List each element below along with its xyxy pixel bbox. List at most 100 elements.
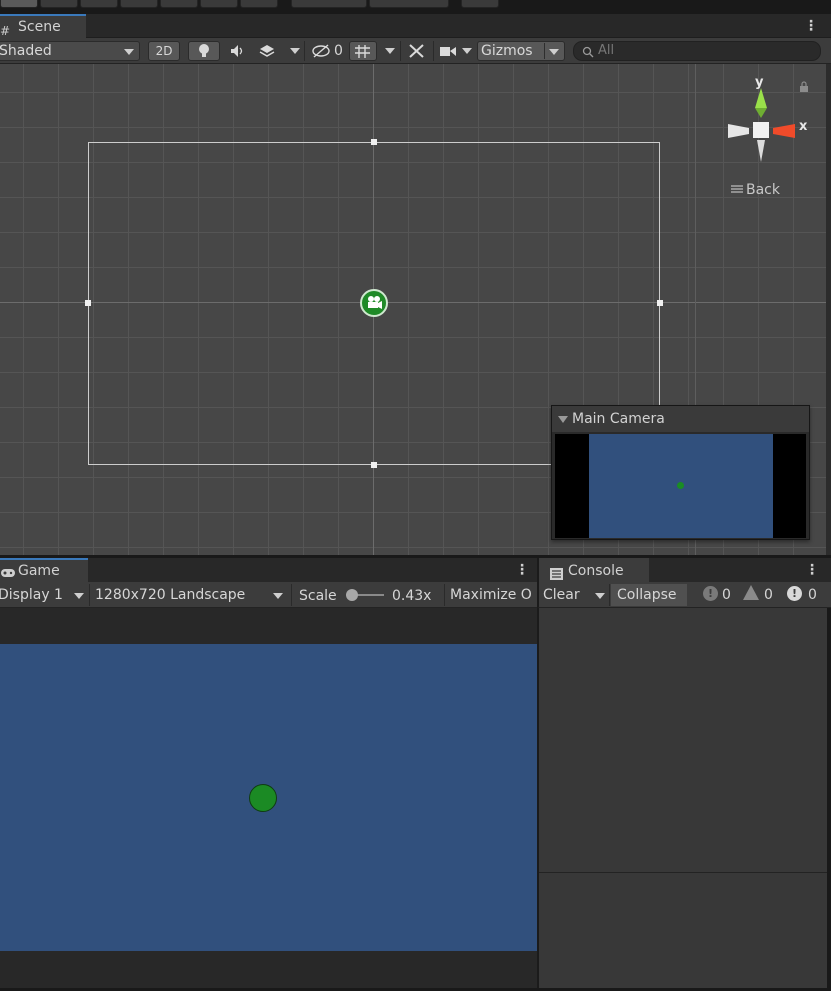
rect-tool-button[interactable] <box>160 0 198 8</box>
resolution-label: 1280x720 Landscape <box>95 587 246 603</box>
hand-tool-button[interactable] <box>0 0 38 8</box>
search-placeholder: All <box>598 43 615 58</box>
camera-preview-viewport <box>589 434 773 538</box>
menu-icon <box>731 185 743 193</box>
neg-y-axis-cone[interactable] <box>757 140 765 162</box>
2d-label: 2D <box>155 44 173 58</box>
toolbar-divider <box>304 41 305 61</box>
scale-slider-knob[interactable] <box>346 589 358 601</box>
lock-icon[interactable] <box>799 81 809 93</box>
camera-preview-header[interactable]: Main Camera <box>552 406 809 432</box>
error-icon[interactable]: ! <box>787 586 802 601</box>
warning-count: 0 <box>764 587 773 603</box>
custom-tool-button[interactable] <box>240 0 278 8</box>
game-ball <box>249 784 277 812</box>
video-camera-icon <box>440 47 456 56</box>
hidden-objects-button[interactable]: 0 <box>306 41 348 61</box>
tab-scene[interactable]: # Scene <box>0 14 86 38</box>
toolbar-divider <box>291 584 292 606</box>
layers-icon <box>259 45 275 57</box>
toolbar-divider <box>609 584 610 606</box>
log-info-icon[interactable]: ! <box>703 586 718 601</box>
scene-camera-button[interactable] <box>436 41 460 61</box>
chevron-down-icon <box>124 49 134 55</box>
tab-game[interactable]: Game <box>0 558 88 582</box>
gizmo-x-label: x <box>799 119 808 134</box>
view-orientation-text: Back <box>746 182 780 198</box>
chevron-down-icon <box>595 593 605 599</box>
warning-icon[interactable] <box>743 585 759 600</box>
view-orientation-label[interactable]: Back <box>731 182 780 198</box>
collapse-triangle-icon[interactable] <box>558 416 568 423</box>
scene-scrollbar[interactable] <box>826 64 831 555</box>
y-axis-cone[interactable] <box>755 88 767 108</box>
eye-slash-icon <box>312 44 330 58</box>
display-dropdown[interactable]: Display 1 <box>0 584 88 606</box>
resize-handle-bottom[interactable] <box>371 462 377 468</box>
camera-preview-image <box>555 434 806 538</box>
snap-button[interactable] <box>461 0 499 8</box>
rotate-tool-button[interactable] <box>80 0 118 8</box>
console-log-list[interactable] <box>537 608 827 988</box>
toolbar-divider <box>444 584 445 606</box>
x-axis-cone[interactable] <box>773 124 795 138</box>
resize-handle-top[interactable] <box>371 139 377 145</box>
console-menu-icon[interactable]: ⋮ <box>805 562 819 578</box>
camera-preview-title: Main Camera <box>572 411 665 427</box>
gizmo-center-cube[interactable] <box>753 122 769 138</box>
local-button[interactable] <box>369 0 449 8</box>
transform-tool-button[interactable] <box>200 0 238 8</box>
search-icon <box>582 46 594 58</box>
toolbar-divider <box>89 584 90 606</box>
tools-button[interactable] <box>403 41 431 61</box>
hidden-count: 0 <box>334 43 343 59</box>
speaker-icon <box>231 45 243 57</box>
chevron-down-icon <box>74 593 84 599</box>
effects-toggle-button[interactable] <box>252 41 282 61</box>
chevron-down-icon <box>549 49 559 55</box>
shading-mode-dropdown[interactable]: Shaded <box>0 41 140 61</box>
gizmos-dropdown[interactable]: Gizmos <box>477 41 565 61</box>
grid-icon <box>355 45 370 58</box>
neg-x-axis-cone[interactable] <box>728 124 749 138</box>
lighting-toggle-button[interactable] <box>188 41 220 61</box>
camera-icon <box>368 296 382 309</box>
grid-dropdown-icon[interactable] <box>385 48 395 54</box>
log-count: 0 <box>722 587 731 603</box>
camera-dropdown-icon[interactable] <box>462 48 472 54</box>
main-camera-gizmo[interactable] <box>360 289 388 317</box>
main-toolbar <box>0 0 831 14</box>
game-menu-icon[interactable]: ⋮ <box>515 562 529 578</box>
clear-label: Clear <box>543 587 580 603</box>
clear-dropdown[interactable]: Clear <box>543 584 609 606</box>
pivot-button[interactable] <box>291 0 367 8</box>
lightbulb-icon <box>199 44 209 57</box>
resize-handle-right[interactable] <box>657 300 663 306</box>
tab-console[interactable]: Console <box>539 558 649 582</box>
scene-search-input[interactable]: All <box>573 41 821 61</box>
audio-toggle-button[interactable] <box>221 41 251 61</box>
gizmos-label: Gizmos <box>481 43 533 59</box>
scene-menu-icon[interactable]: ⋮ <box>804 18 818 34</box>
display-label: Display 1 <box>0 587 63 603</box>
unity-editor: # Scene ⋮ Shaded 2D 0 Gizmos All y x Bac… <box>0 0 831 991</box>
grid-snap-button[interactable] <box>349 41 377 61</box>
gizmo-y-label: y <box>755 75 764 90</box>
scale-tool-button[interactable] <box>120 0 158 8</box>
move-tool-button[interactable] <box>40 0 78 8</box>
resize-handle-left[interactable] <box>85 300 91 306</box>
preview-ball <box>677 482 684 489</box>
tab-game-label: Game <box>18 563 60 579</box>
console-detail-splitter[interactable] <box>539 872 827 873</box>
toolbar-divider <box>400 41 401 61</box>
shading-mode-label: Shaded <box>0 43 52 59</box>
scale-value: 0.43x <box>392 588 432 604</box>
gizmos-divider <box>544 43 545 59</box>
maximize-on-play-toggle[interactable]: Maximize O <box>450 584 537 606</box>
scale-label: Scale <box>299 588 337 604</box>
collapse-toggle[interactable]: Collapse <box>611 584 687 606</box>
resolution-dropdown[interactable]: 1280x720 Landscape <box>95 584 289 606</box>
camera-preview-window[interactable]: Main Camera <box>551 405 810 540</box>
effects-dropdown-icon[interactable] <box>290 48 300 54</box>
2d-toggle-button[interactable]: 2D <box>148 41 180 61</box>
